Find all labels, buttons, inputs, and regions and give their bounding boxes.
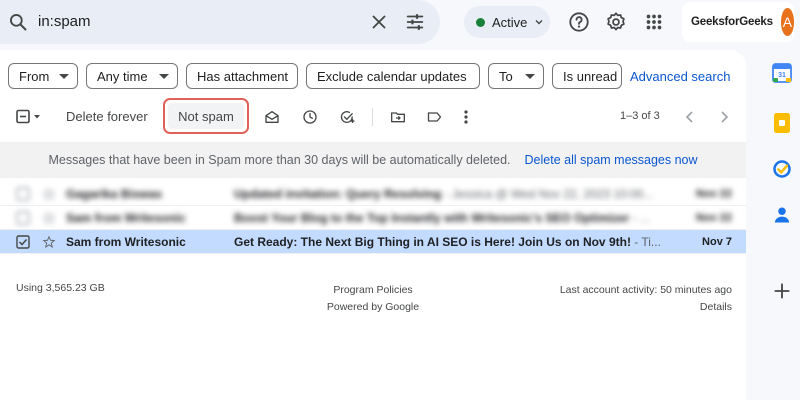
email-date: Nov 22: [695, 188, 732, 200]
toolbar-divider: [372, 108, 373, 126]
email-subject: Updated invitation: Query Resolving - Je…: [234, 187, 654, 201]
select-all-checkbox-icon[interactable]: [16, 109, 42, 125]
pagination-text: 1–3 of 3: [620, 110, 660, 122]
star-icon[interactable]: [42, 211, 56, 225]
avatar[interactable]: A: [780, 8, 794, 36]
footer-right: Last account activity: 50 minutes ago De…: [560, 282, 732, 316]
help-icon[interactable]: [568, 11, 590, 33]
search-bar[interactable]: in:spam: [0, 0, 440, 44]
filter-to-chip[interactable]: To: [488, 63, 544, 89]
email-subject: Get Ready: The Next Big Thing in AI SEO …: [234, 235, 661, 249]
spam-notice-text: Messages that have been in Spam more tha…: [48, 153, 511, 167]
email-sender: Sam from Writesonic: [66, 211, 186, 225]
filter-has-attachment-chip[interactable]: Has attachment: [186, 63, 298, 89]
active-status-dot: [476, 17, 485, 27]
delete-forever-button[interactable]: Delete forever: [66, 109, 148, 124]
svg-text:31: 31: [778, 72, 786, 79]
checked-checkbox-icon[interactable]: [16, 235, 30, 249]
spam-notice-banner: Messages that have been in Spam more tha…: [0, 142, 746, 178]
advanced-search-link[interactable]: Advanced search: [630, 69, 730, 84]
not-spam-button[interactable]: Not spam: [168, 103, 244, 129]
mark-as-read-icon[interactable]: [264, 109, 280, 125]
last-activity-text: Last account activity: 50 minutes ago: [559, 284, 732, 296]
chevron-down-icon: [525, 74, 535, 79]
filter-exclude-calendar-chip[interactable]: Exclude calendar updates: [306, 63, 480, 89]
filter-any-time-chip[interactable]: Any time: [86, 63, 178, 89]
status-selector[interactable]: Active: [464, 6, 550, 38]
more-vert-icon[interactable]: [462, 109, 470, 125]
row-checkbox-icon[interactable]: [16, 211, 30, 225]
calendar-icon[interactable]: 31: [772, 62, 792, 84]
email-row[interactable]: Gagarika Biswas Updated invitation: Quer…: [0, 182, 746, 206]
email-date: Nov 22: [695, 212, 732, 224]
settings-gear-icon[interactable]: [605, 11, 627, 33]
search-options-icon[interactable]: [404, 11, 426, 33]
add-addon-plus-icon[interactable]: [772, 281, 792, 301]
brand-logo-text: GeeksforGeeks: [691, 16, 773, 28]
account-switcher[interactable]: GeeksforGeeks A: [682, 2, 794, 42]
apps-grid-icon[interactable]: [643, 11, 665, 33]
status-label: Active: [492, 14, 528, 30]
email-date: Nov 7: [702, 236, 732, 248]
not-spam-highlight: Not spam: [163, 98, 249, 134]
email-list: Gagarika Biswas Updated invitation: Quer…: [0, 182, 746, 254]
snooze-clock-icon[interactable]: [302, 109, 318, 125]
email-subject: Boost Your Blog to the Top Instantly wit…: [234, 211, 650, 225]
chevron-down-icon: [59, 74, 69, 79]
chevron-right-icon[interactable]: [718, 110, 730, 124]
contacts-icon[interactable]: [772, 205, 792, 225]
toolbar: Delete forever Not spam 1–3 of 3: [0, 98, 746, 136]
email-row-selected[interactable]: Sam from Writesonic Get Ready: The Next …: [0, 230, 746, 254]
tasks-icon[interactable]: [772, 159, 792, 179]
chevron-left-icon[interactable]: [684, 110, 696, 124]
chevron-down-icon: [534, 17, 544, 27]
label-tag-icon[interactable]: [426, 109, 443, 125]
move-to-folder-icon[interactable]: [390, 109, 406, 125]
search-icon[interactable]: [8, 12, 28, 32]
filter-from-chip[interactable]: From: [8, 63, 78, 89]
delete-all-spam-link[interactable]: Delete all spam messages now: [525, 153, 698, 167]
chevron-down-icon: [159, 74, 169, 79]
keep-notes-icon[interactable]: [772, 112, 792, 134]
clear-search-icon[interactable]: [368, 11, 390, 33]
search-input[interactable]: in:spam: [38, 13, 91, 30]
add-to-tasks-icon[interactable]: [339, 109, 356, 125]
details-link[interactable]: Details: [560, 299, 732, 316]
mail-list-panel: From Any time Has attachment Exclude cal…: [0, 50, 746, 400]
star-icon[interactable]: [42, 187, 56, 201]
row-checkbox-icon[interactable]: [16, 187, 30, 201]
email-sender: Sam from Writesonic: [66, 235, 186, 249]
email-row[interactable]: Sam from Writesonic Boost Your Blog to t…: [0, 206, 746, 230]
email-sender: Gagarika Biswas: [66, 187, 163, 201]
filter-is-unread-chip[interactable]: Is unread: [552, 63, 622, 89]
star-icon[interactable]: [42, 235, 56, 249]
